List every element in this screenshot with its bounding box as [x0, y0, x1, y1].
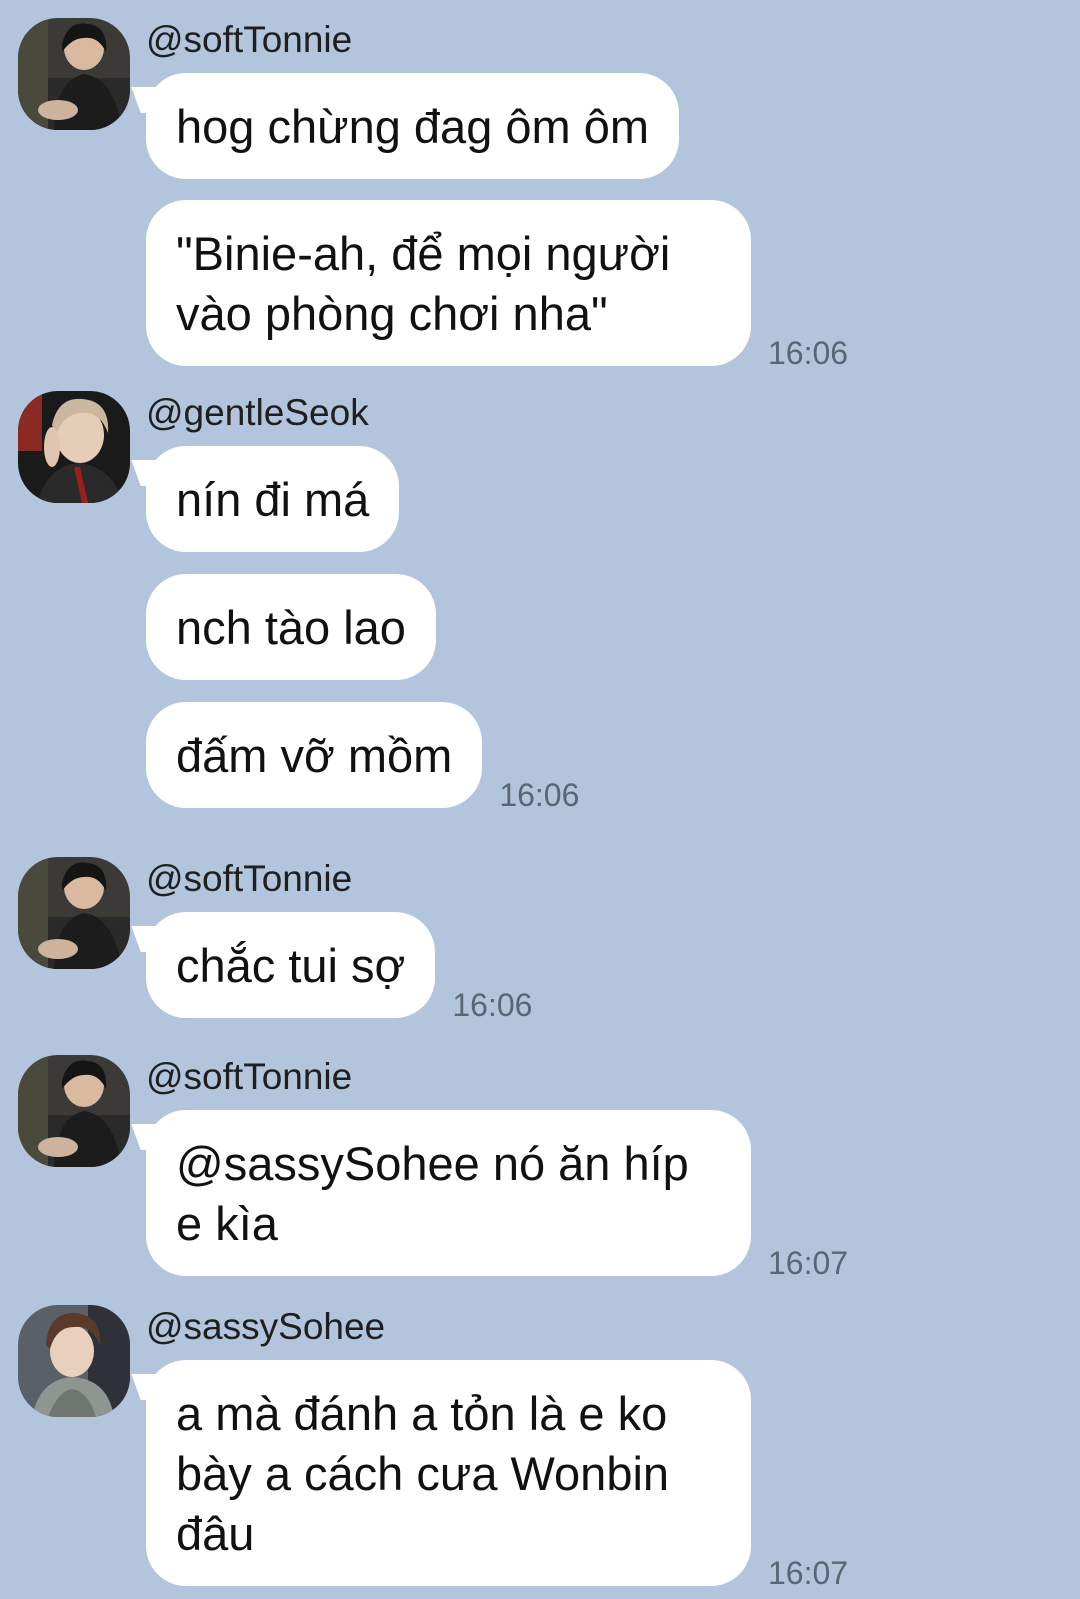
message-row: nín đi má — [146, 446, 400, 552]
avatar[interactable] — [18, 857, 130, 969]
message-time: 16:06 — [452, 987, 533, 1023]
message-bubble[interactable]: đấm vỡ mồm — [146, 702, 483, 808]
avatar[interactable] — [18, 1305, 130, 1417]
username[interactable]: @gentleSeok — [146, 391, 369, 435]
avatar[interactable] — [18, 18, 130, 130]
message-bubble[interactable]: hog chừng đag ôm ôm — [146, 73, 680, 179]
avatar[interactable] — [18, 391, 130, 503]
avatar-image — [18, 857, 130, 969]
message-bubble[interactable]: a mà đánh a tỏn là e ko bày a cách cưa W… — [146, 1360, 751, 1586]
message-bubble[interactable]: @sassySohee nó ăn híp e kìa — [146, 1110, 751, 1276]
message-row: hog chừng đag ôm ôm — [146, 73, 680, 179]
message-time: 16:07 — [768, 1245, 849, 1281]
avatar-image — [18, 391, 130, 503]
message-bubble[interactable]: chắc tui sợ — [146, 912, 436, 1018]
message-time: 16:06 — [499, 777, 580, 813]
avatar-image — [18, 18, 130, 130]
message-row: "Binie-ah, để mọi người vào phòng chơi n… — [146, 200, 848, 371]
message-bubble[interactable]: nín đi má — [146, 446, 400, 552]
username[interactable]: @softTonnie — [146, 857, 352, 901]
avatar-image — [18, 1055, 130, 1167]
chat-view[interactable]: @softTonnie hog chừng đag ôm ôm "Binie-a… — [0, 0, 1080, 1599]
message-row: nch tào lao — [146, 574, 436, 680]
username[interactable]: @softTonnie — [146, 18, 352, 62]
username[interactable]: @softTonnie — [146, 1055, 352, 1099]
message-row: đấm vỡ mồm 16:06 — [146, 702, 579, 813]
message-bubble[interactable]: nch tào lao — [146, 574, 436, 680]
message-bubble[interactable]: "Binie-ah, để mọi người vào phòng chơi n… — [146, 200, 751, 366]
message-row: @sassySohee nó ăn híp e kìa 16:07 — [146, 1110, 848, 1281]
message-row: chắc tui sợ 16:06 — [146, 912, 532, 1023]
message-time: 16:06 — [768, 335, 849, 371]
avatar[interactable] — [18, 1055, 130, 1167]
message-time: 16:07 — [768, 1555, 849, 1591]
avatar-image — [18, 1305, 130, 1417]
username[interactable]: @sassySohee — [146, 1305, 385, 1349]
message-row: a mà đánh a tỏn là e ko bày a cách cưa W… — [146, 1360, 848, 1591]
